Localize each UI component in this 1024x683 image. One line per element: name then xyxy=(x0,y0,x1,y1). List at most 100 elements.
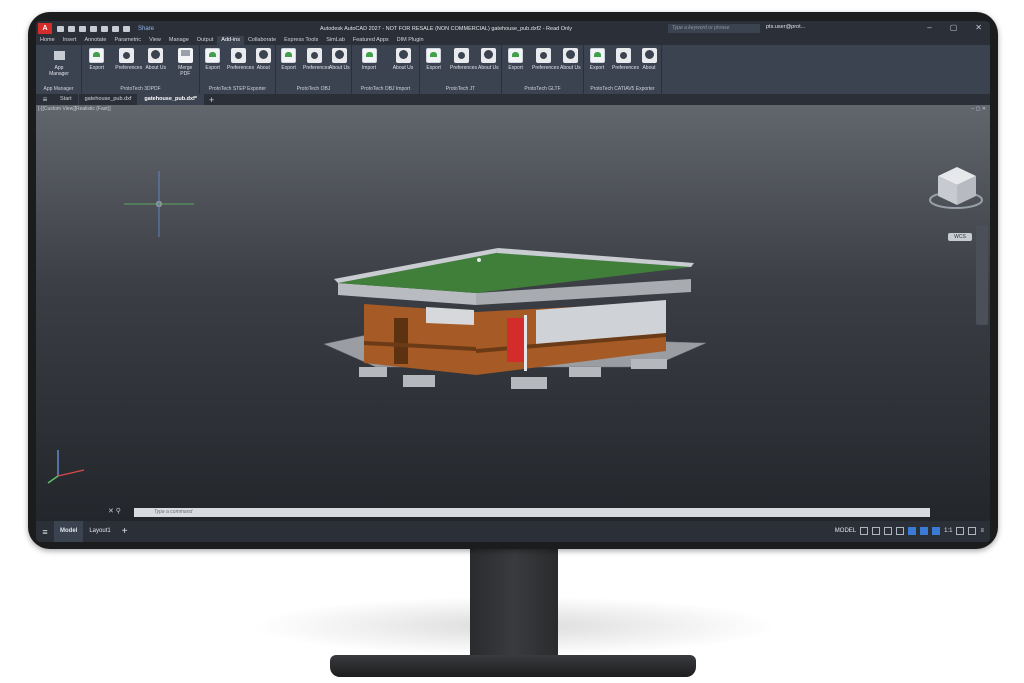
ribbon-panel: App Manager App Manager Export Preferences A… xyxy=(36,45,990,94)
undo-icon[interactable] xyxy=(112,25,119,32)
about-us-icon xyxy=(331,48,347,63)
command-line-input[interactable]: Type a command xyxy=(134,508,930,517)
navigation-bar[interactable] xyxy=(976,225,988,325)
tab-output[interactable]: Output xyxy=(193,36,218,45)
tool-label: About Us xyxy=(560,65,581,71)
quick-access-toolbar xyxy=(57,25,130,32)
preferences-button[interactable]: Preferences xyxy=(115,48,142,71)
panel-title: ProtoTech STEP Exporter xyxy=(208,86,267,92)
tab-featured-apps[interactable]: Featured Apps xyxy=(349,36,393,45)
about-button[interactable]: About xyxy=(638,48,660,71)
redo-icon[interactable] xyxy=(123,25,130,32)
tab-start[interactable]: Start xyxy=(54,94,79,105)
tab-simlab[interactable]: SimLab xyxy=(322,36,349,45)
save-icon[interactable] xyxy=(79,25,86,32)
tab-home[interactable]: Home xyxy=(36,36,59,45)
about-button[interactable]: About xyxy=(252,48,274,71)
tab-model[interactable]: Model xyxy=(54,521,84,542)
tool-label: Export xyxy=(281,65,296,71)
ortho-icon[interactable] xyxy=(884,527,893,535)
status-tools: MODEL 1:1 ≡ xyxy=(835,527,984,535)
tab-parametric[interactable]: Parametric xyxy=(110,36,145,45)
close-icon[interactable]: ✕ xyxy=(975,23,982,32)
viewcube[interactable] xyxy=(929,167,983,209)
command-close-icon[interactable]: ✕ ⚲ xyxy=(108,507,121,515)
export-button[interactable]: Export xyxy=(86,48,108,71)
grid-icon[interactable] xyxy=(860,527,869,535)
tab-express-tools[interactable]: Express Tools xyxy=(280,36,322,45)
status-bar: ≡ Model Layout1 + MODEL 1:1 ≡ xyxy=(36,521,990,542)
workspace-gear-icon[interactable] xyxy=(956,527,965,535)
tab-manage[interactable]: Manage xyxy=(165,36,193,45)
tool-label: About Us xyxy=(329,65,350,71)
export-button[interactable]: Export xyxy=(202,48,224,71)
tool-label: Export xyxy=(589,65,605,71)
osnap-icon[interactable] xyxy=(908,527,917,535)
menu-icon[interactable]: ≡ xyxy=(36,95,54,104)
export-button[interactable]: Export xyxy=(505,48,527,71)
document-tabs: ≡ Start gatehouse_pub.dxf gatehouse_pub.… xyxy=(36,94,990,105)
tab-add-ins[interactable]: Add-ins xyxy=(217,36,244,45)
preferences-button[interactable]: Preferences xyxy=(303,48,330,71)
layout-menu-icon[interactable]: ≡ xyxy=(36,527,54,537)
export-button[interactable]: Export xyxy=(278,48,300,71)
search-input[interactable]: Type a keyword or phrase xyxy=(668,24,760,33)
save-as-icon[interactable] xyxy=(90,25,97,32)
print-icon[interactable] xyxy=(101,25,108,32)
snap-icon[interactable] xyxy=(872,527,881,535)
drawing-viewport[interactable]: [-][Custom View][Realistic (Fast)] – ▢ ✕ xyxy=(36,105,990,521)
ribbon-panel-3: Export Preferences About Us ProtoTech OBJ xyxy=(276,45,352,94)
merge-pdf-icon xyxy=(177,48,193,63)
tab-file-active[interactable]: gatehouse_pub.dxf* xyxy=(138,94,204,105)
tool-label: Preferences xyxy=(450,65,477,71)
preferences-button[interactable]: Preferences xyxy=(450,48,477,71)
preferences-button[interactable]: Preferences xyxy=(532,48,559,71)
about-icon xyxy=(255,48,271,63)
tool-label: Preferences xyxy=(115,65,143,71)
annotation-visibility-icon[interactable] xyxy=(932,527,941,535)
tool-label: Preferences xyxy=(532,65,559,71)
tab-view[interactable]: View xyxy=(145,36,165,45)
about-us-icon xyxy=(148,48,164,63)
tab-layout1[interactable]: Layout1 xyxy=(83,521,116,542)
tab-collaborate[interactable]: Collaborate xyxy=(244,36,280,45)
export-button[interactable]: Export xyxy=(586,48,608,71)
add-layout-button[interactable]: + xyxy=(117,526,133,537)
share-button[interactable]: Share xyxy=(138,26,154,32)
new-tab-button[interactable]: + xyxy=(204,95,219,105)
user-account[interactable]: pts.user@prot... xyxy=(766,24,805,30)
annotation-scale[interactable]: 1:1 xyxy=(944,528,952,534)
model-space-label[interactable]: MODEL xyxy=(835,528,856,534)
customization-icon[interactable]: ≡ xyxy=(980,528,984,534)
app-manager-button[interactable]: App Manager xyxy=(48,48,70,77)
about-us-button[interactable]: About Us xyxy=(145,48,167,71)
import-button[interactable]: Import xyxy=(358,48,380,71)
preferences-icon xyxy=(306,48,322,63)
preferences-button[interactable]: Preferences xyxy=(612,48,639,71)
tab-annotate[interactable]: Annotate xyxy=(80,36,110,45)
tool-label: About Us xyxy=(478,65,499,71)
fullscreen-icon[interactable] xyxy=(968,527,977,535)
tab-file[interactable]: gatehouse_pub.dxf xyxy=(79,94,139,105)
preferences-icon xyxy=(230,48,246,63)
preferences-button[interactable]: Preferences xyxy=(227,48,254,71)
about-us-button[interactable]: About Us xyxy=(477,48,499,71)
tool-label: Import xyxy=(361,65,377,71)
open-file-icon[interactable] xyxy=(68,25,75,32)
new-file-icon[interactable] xyxy=(57,25,64,32)
otrack-icon[interactable] xyxy=(920,527,929,535)
about-us-button[interactable]: About Us xyxy=(328,48,350,71)
about-us-button[interactable]: About Us xyxy=(559,48,581,71)
panel-title: App Manager xyxy=(43,86,74,92)
tab-insert[interactable]: Insert xyxy=(59,36,81,45)
export-button[interactable]: Export xyxy=(423,48,445,71)
monitor-stand-foot xyxy=(330,655,696,677)
polar-icon[interactable] xyxy=(896,527,905,535)
tab-dim-plugin[interactable]: DIM Plugin xyxy=(393,36,428,45)
autocad-logo-icon[interactable]: A xyxy=(38,23,52,34)
minimize-icon[interactable]: – xyxy=(927,23,931,32)
maximize-icon[interactable]: ▢ xyxy=(950,23,958,32)
merge-pdf-button[interactable]: Merge PDF xyxy=(174,48,196,77)
about-us-button[interactable]: About Us xyxy=(392,48,414,71)
export-icon xyxy=(281,48,297,63)
